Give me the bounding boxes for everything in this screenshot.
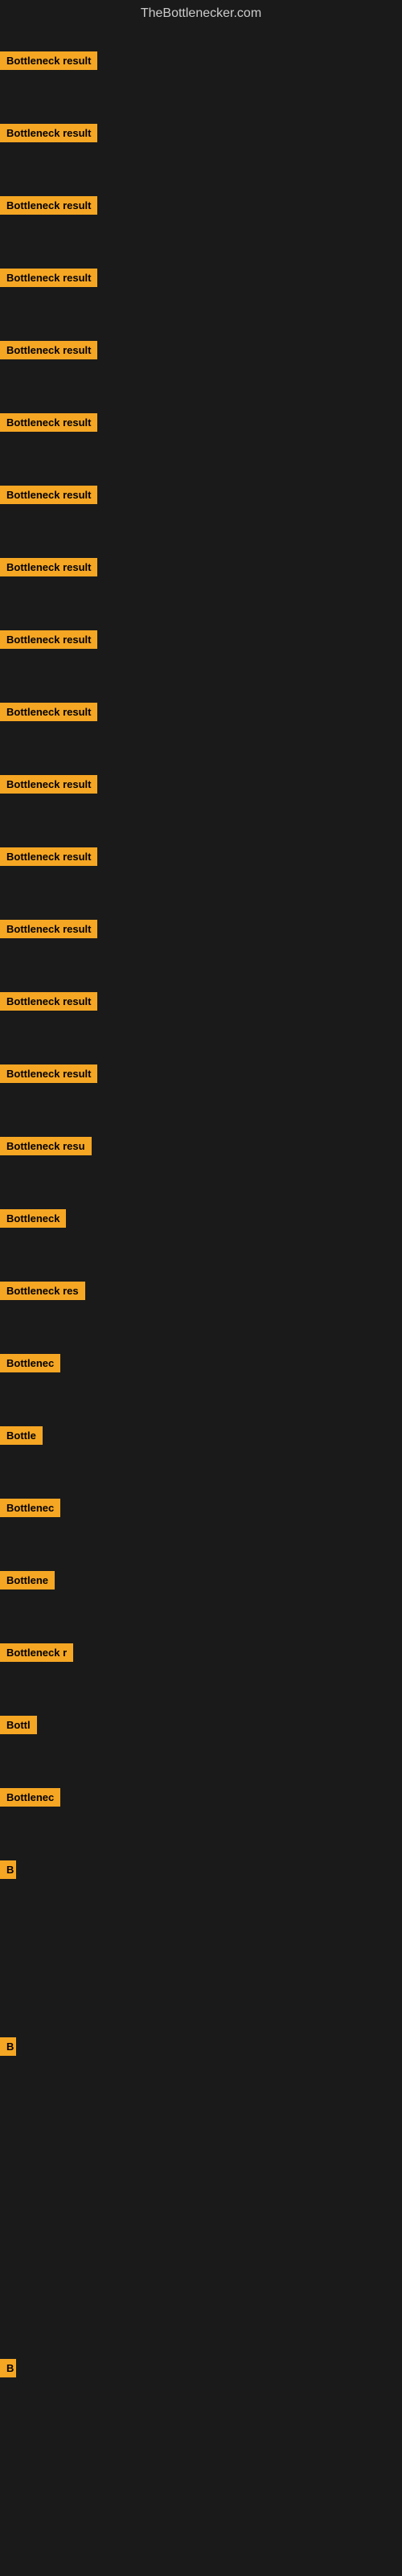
bottleneck-item-10[interactable]: Bottleneck result (0, 703, 97, 725)
bottleneck-item-1[interactable]: Bottleneck result (0, 51, 97, 74)
bottleneck-badge-13: Bottleneck result (0, 920, 97, 938)
bottleneck-badge-18: Bottleneck res (0, 1282, 85, 1300)
bottleneck-item-4[interactable]: Bottleneck result (0, 269, 97, 291)
bottleneck-item-14[interactable]: Bottleneck result (0, 992, 97, 1015)
bottleneck-badge-4: Bottleneck result (0, 269, 97, 287)
bottleneck-badge-25: Bottlenec (0, 1788, 60, 1807)
bottleneck-badge-14: Bottleneck result (0, 992, 97, 1011)
bottleneck-badge-5: Bottleneck result (0, 341, 97, 359)
bottleneck-item-21[interactable]: Bottlenec (0, 1499, 60, 1521)
bottleneck-item-28[interactable]: B (0, 2359, 16, 2381)
bottleneck-badge-19: Bottlenec (0, 1354, 60, 1372)
bottleneck-item-3[interactable]: Bottleneck result (0, 196, 97, 219)
bottleneck-badge-17: Bottleneck (0, 1209, 66, 1228)
bottleneck-item-23[interactable]: Bottleneck r (0, 1643, 73, 1666)
bottleneck-item-24[interactable]: Bottl (0, 1716, 37, 1738)
bottleneck-badge-6: Bottleneck result (0, 413, 97, 432)
bottleneck-item-7[interactable]: Bottleneck result (0, 486, 97, 508)
bottleneck-badge-22: Bottlene (0, 1571, 55, 1589)
bottleneck-item-22[interactable]: Bottlene (0, 1571, 55, 1594)
bottleneck-item-27[interactable]: B (0, 2037, 16, 2060)
bottleneck-item-20[interactable]: Bottle (0, 1426, 43, 1449)
bottleneck-item-16[interactable]: Bottleneck resu (0, 1137, 92, 1159)
bottleneck-badge-16: Bottleneck resu (0, 1137, 92, 1155)
bottleneck-item-13[interactable]: Bottleneck result (0, 920, 97, 942)
bottleneck-item-12[interactable]: Bottleneck result (0, 847, 97, 870)
bottleneck-badge-20: Bottle (0, 1426, 43, 1445)
bottleneck-badge-3: Bottleneck result (0, 196, 97, 215)
bottleneck-badge-15: Bottleneck result (0, 1064, 97, 1083)
bottleneck-item-18[interactable]: Bottleneck res (0, 1282, 85, 1304)
bottleneck-badge-28: B (0, 2359, 16, 2377)
bottleneck-badge-9: Bottleneck result (0, 630, 97, 649)
bottleneck-badge-23: Bottleneck r (0, 1643, 73, 1662)
bottleneck-badge-8: Bottleneck result (0, 558, 97, 576)
bottleneck-item-9[interactable]: Bottleneck result (0, 630, 97, 653)
site-title: TheBottlenecker.com (0, 0, 402, 27)
bottleneck-item-6[interactable]: Bottleneck result (0, 413, 97, 436)
bottleneck-badge-26: B (0, 1860, 16, 1879)
bottleneck-item-17[interactable]: Bottleneck (0, 1209, 66, 1232)
bottleneck-item-11[interactable]: Bottleneck result (0, 775, 97, 798)
bottleneck-badge-11: Bottleneck result (0, 775, 97, 794)
bottleneck-badge-24: Bottl (0, 1716, 37, 1734)
bottleneck-badge-27: B (0, 2037, 16, 2056)
bottleneck-badge-12: Bottleneck result (0, 847, 97, 866)
bottleneck-item-26[interactable]: B (0, 1860, 16, 1883)
bottleneck-badge-21: Bottlenec (0, 1499, 60, 1517)
bottleneck-item-19[interactable]: Bottlenec (0, 1354, 60, 1376)
bottleneck-item-15[interactable]: Bottleneck result (0, 1064, 97, 1087)
bottleneck-badge-1: Bottleneck result (0, 51, 97, 70)
bottleneck-item-25[interactable]: Bottlenec (0, 1788, 60, 1811)
bottleneck-badge-2: Bottleneck result (0, 124, 97, 142)
bottleneck-badge-7: Bottleneck result (0, 486, 97, 504)
bottleneck-item-2[interactable]: Bottleneck result (0, 124, 97, 146)
bottleneck-item-8[interactable]: Bottleneck result (0, 558, 97, 580)
bottleneck-badge-10: Bottleneck result (0, 703, 97, 721)
bottleneck-item-5[interactable]: Bottleneck result (0, 341, 97, 363)
